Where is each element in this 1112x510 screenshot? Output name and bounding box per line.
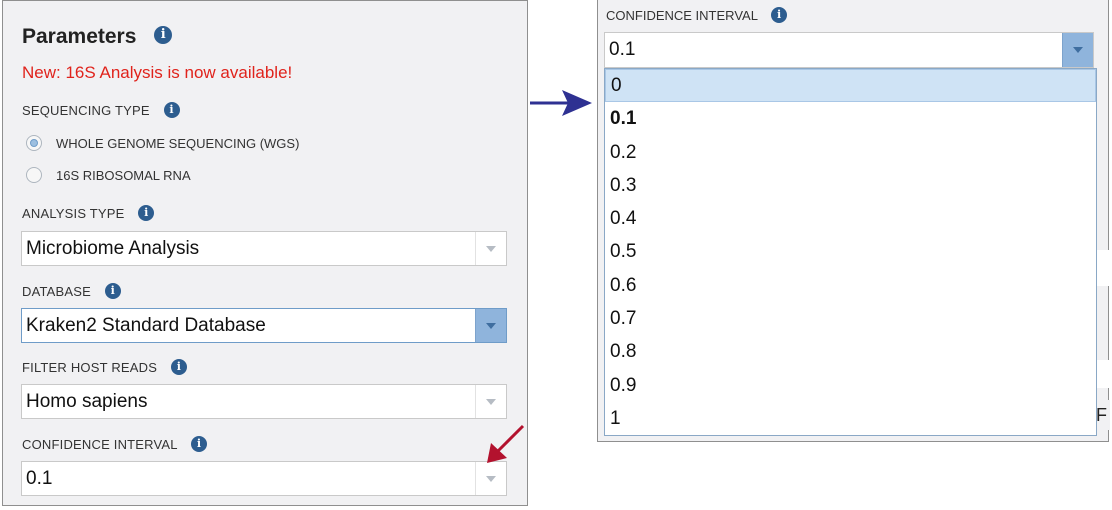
confidence-interval-label-text: CONFIDENCE INTERVAL: [22, 437, 178, 452]
page-title: Parameters: [22, 25, 137, 48]
radio-button[interactable]: [26, 167, 42, 183]
dropdown-button[interactable]: [1062, 33, 1093, 67]
filter-host-reads-value: Homo sapiens: [26, 391, 148, 412]
list-item[interactable]: 0.7: [605, 302, 1096, 335]
info-icon[interactable]: i: [191, 435, 208, 452]
info-icon[interactable]: i: [771, 6, 788, 23]
database-select[interactable]: Kraken2 Standard Database: [21, 308, 507, 343]
list-item[interactable]: 0.8: [605, 335, 1096, 368]
database-label: DATABASE i: [22, 282, 121, 301]
dropdown-button[interactable]: [475, 309, 506, 342]
sequencing-type-label-text: SEQUENCING TYPE: [22, 103, 150, 118]
confidence-options-list[interactable]: 0 0.1 0.2 0.3 0.4 0.5 0.6 0.7 0.8 0.9 1: [604, 68, 1097, 436]
red-pointer-arrow-icon: [487, 424, 525, 463]
sequencing-type-label: SEQUENCING TYPE i: [22, 101, 180, 120]
list-item[interactable]: 0: [605, 69, 1096, 103]
parameters-heading: Parameters i: [22, 25, 173, 49]
parameters-panel: Parameters i New: 16S Analysis is now av…: [2, 0, 528, 506]
list-item[interactable]: 1: [605, 402, 1096, 435]
database-label-text: DATABASE: [22, 284, 92, 299]
confidence-interval-value: 0.1: [609, 39, 636, 60]
confidence-interval-value: 0.1: [26, 468, 53, 489]
filter-host-reads-select[interactable]: Homo sapiens: [21, 384, 507, 419]
dropdown-button[interactable]: [475, 385, 506, 418]
list-item[interactable]: 0.9: [605, 369, 1096, 402]
info-icon[interactable]: i: [104, 282, 121, 299]
database-value: Kraken2 Standard Database: [26, 315, 266, 336]
notice-text: New: 16S Analysis is now available!: [22, 63, 293, 82]
list-item[interactable]: 0.4: [605, 202, 1096, 235]
filter-host-reads-label-text: FILTER HOST READS: [22, 360, 158, 375]
confidence-interval-label: CONFIDENCE INTERVAL i: [606, 6, 788, 25]
analysis-type-select[interactable]: Microbiome Analysis: [21, 231, 507, 266]
chevron-down-icon: [1073, 47, 1083, 53]
dropdown-button[interactable]: [475, 462, 506, 495]
list-item[interactable]: 0.2: [605, 136, 1096, 169]
chevron-down-icon: [486, 323, 496, 329]
info-icon[interactable]: i: [163, 101, 180, 118]
chevron-down-icon: [486, 246, 496, 252]
info-icon[interactable]: i: [138, 204, 155, 221]
confidence-interval-label: CONFIDENCE INTERVAL i: [22, 435, 208, 454]
radio-wgs[interactable]: WHOLE GENOME SEQUENCING (WGS): [26, 135, 299, 151]
analysis-type-label-text: ANALYSIS TYPE: [22, 206, 125, 221]
chevron-down-icon: [486, 399, 496, 405]
confidence-interval-select-open[interactable]: 0.1: [604, 32, 1094, 68]
list-item[interactable]: 0.6: [605, 269, 1096, 302]
radio-button-checked[interactable]: [26, 135, 42, 151]
radio-label-wgs: WHOLE GENOME SEQUENCING (WGS): [56, 135, 300, 151]
right-arrow-icon: [530, 90, 592, 116]
dropdown-button[interactable]: [475, 232, 506, 265]
info-icon[interactable]: i: [170, 358, 187, 375]
radio-16s[interactable]: 16S RIBOSOMAL RNA: [26, 167, 191, 183]
list-item[interactable]: 0.1: [605, 102, 1096, 135]
list-item[interactable]: 0.5: [605, 235, 1096, 268]
filter-host-reads-label: FILTER HOST READS i: [22, 358, 187, 377]
radio-label-16s: 16S RIBOSOMAL RNA: [56, 167, 191, 183]
chevron-down-icon: [486, 476, 496, 482]
analysis-type-label: ANALYSIS TYPE i: [22, 204, 155, 223]
confidence-interval-select[interactable]: 0.1: [21, 461, 507, 496]
analysis-type-value: Microbiome Analysis: [26, 238, 200, 259]
info-icon[interactable]: i: [154, 26, 173, 45]
list-item[interactable]: 0.3: [605, 169, 1096, 202]
confidence-interval-label-text: CONFIDENCE INTERVAL: [606, 8, 758, 23]
